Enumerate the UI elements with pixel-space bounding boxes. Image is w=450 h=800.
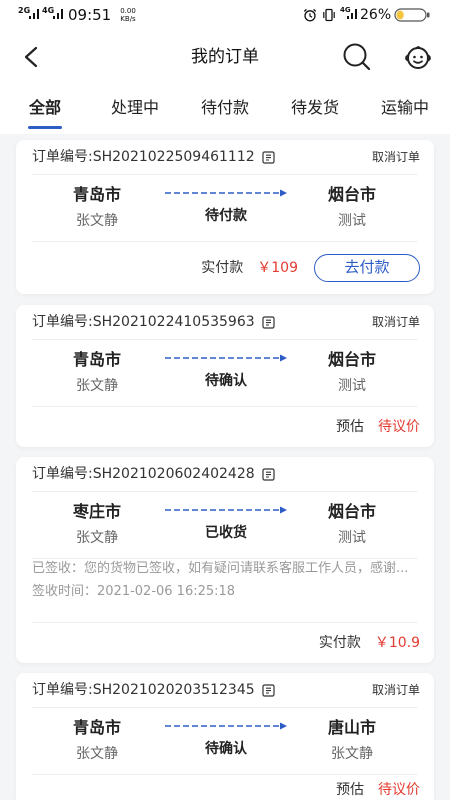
amount-label: 预估 bbox=[336, 782, 364, 798]
amount-label: 实付款 bbox=[318, 635, 361, 651]
destination: 唐山市 张文静 bbox=[271, 708, 433, 774]
order-status: 已收货 bbox=[205, 525, 247, 541]
route-section: 青岛市 张文静 待确认 烟台市 测试 bbox=[16, 340, 434, 406]
dashed-arrow-icon bbox=[165, 506, 287, 514]
order-status: 待付款 bbox=[205, 208, 247, 224]
copy-icon[interactable] bbox=[262, 683, 275, 697]
tab-in-transit[interactable]: 运输中 bbox=[360, 96, 450, 132]
sender-name: 张文静 bbox=[76, 213, 118, 229]
copy-icon[interactable] bbox=[262, 467, 275, 481]
cancel-order-button[interactable]: 取消订单 bbox=[372, 682, 420, 698]
alarm-clock-icon bbox=[303, 8, 317, 22]
order-footer: 预估 待议价 bbox=[16, 407, 434, 447]
receiver-name: 测试 bbox=[338, 530, 366, 546]
customer-service-icon[interactable] bbox=[403, 42, 433, 72]
signal-icon bbox=[53, 9, 63, 19]
receiver-name: 测试 bbox=[338, 213, 366, 229]
order-number: 订单编号:SH2021022410535963 bbox=[32, 314, 255, 330]
dashed-arrow-icon bbox=[165, 189, 287, 197]
delivery-info: 已签收：您的货物已签收，如有疑问请联系客服工作人员，感谢... 签收时间：202… bbox=[16, 559, 434, 622]
sign-time: 签收时间：2021-02-06 16:25:18 bbox=[32, 584, 236, 599]
order-footer: 实付款 ￥10.9 bbox=[16, 623, 434, 663]
amount-label: 实付款 bbox=[201, 260, 244, 276]
order-card[interactable]: 订单编号:SH2021020602402428 枣庄市 张文静 已收货 烟台市 … bbox=[16, 457, 434, 663]
clock-time: 09:51 bbox=[68, 6, 112, 24]
tab-label: 处理中 bbox=[110, 98, 159, 117]
order-header: 订单编号:SH2021022410535963 取消订单 bbox=[16, 305, 434, 339]
sender-name: 张文静 bbox=[76, 746, 118, 762]
destination: 烟台市 测试 bbox=[271, 175, 433, 241]
origin: 青岛市 张文静 bbox=[16, 708, 178, 774]
order-number: 订单编号:SH2021020203512345 bbox=[32, 682, 255, 698]
copy-icon[interactable] bbox=[262, 315, 275, 329]
search-icon[interactable] bbox=[340, 40, 372, 72]
destination: 烟台市 测试 bbox=[271, 492, 433, 558]
signal-icon bbox=[29, 9, 39, 19]
origin-city: 青岛市 bbox=[72, 185, 121, 204]
order-card[interactable]: 订单编号:SH2021022410535963 取消订单 青岛市 张文静 待确认… bbox=[16, 305, 434, 447]
amount-value: ￥109 bbox=[257, 260, 298, 276]
origin: 青岛市 张文静 bbox=[16, 340, 178, 406]
dashed-arrow-icon bbox=[165, 354, 287, 362]
route-section: 枣庄市 张文静 已收货 烟台市 测试 bbox=[16, 492, 434, 558]
vibrate-icon bbox=[323, 8, 335, 22]
tab-label: 运输中 bbox=[380, 98, 429, 117]
active-tab-indicator bbox=[28, 126, 62, 129]
tab-pending-shipment[interactable]: 待发货 bbox=[270, 96, 360, 132]
amount-value: ￥10.9 bbox=[374, 635, 420, 651]
tab-label: 待发货 bbox=[290, 98, 339, 117]
order-header: 订单编号:SH2021020602402428 bbox=[16, 457, 434, 491]
order-header: 订单编号:SH2021022509461112 取消订单 bbox=[16, 140, 434, 174]
amount-value: 待议价 bbox=[378, 782, 420, 798]
receiver-name: 张文静 bbox=[331, 746, 373, 762]
origin-city: 青岛市 bbox=[72, 718, 121, 737]
amount-label: 预估 bbox=[336, 419, 364, 435]
dashed-arrow-icon bbox=[165, 722, 287, 730]
order-status: 待确认 bbox=[205, 741, 247, 757]
destination-city: 唐山市 bbox=[327, 718, 376, 737]
back-chevron-left-icon[interactable] bbox=[22, 45, 40, 69]
tab-label: 全部 bbox=[28, 98, 61, 117]
pay-button[interactable]: 去付款 bbox=[314, 254, 420, 282]
amount-value: 待议价 bbox=[378, 419, 420, 435]
signal-icon bbox=[347, 9, 357, 19]
cancel-order-button[interactable]: 取消订单 bbox=[372, 314, 420, 330]
battery-percent: 26% bbox=[360, 7, 392, 23]
order-footer: 实付款 ￥109 去付款 bbox=[16, 242, 434, 294]
tab-processing[interactable]: 处理中 bbox=[90, 96, 180, 132]
sender-name: 张文静 bbox=[76, 530, 118, 546]
order-status: 待确认 bbox=[205, 373, 247, 389]
order-header: 订单编号:SH2021020203512345 取消订单 bbox=[16, 673, 434, 707]
order-number: 订单编号:SH2021022509461112 bbox=[32, 149, 255, 165]
origin: 青岛市 张文静 bbox=[16, 175, 178, 241]
cancel-order-button[interactable]: 取消订单 bbox=[372, 149, 420, 165]
origin: 枣庄市 张文静 bbox=[16, 492, 178, 558]
network-speed-unit: KB/s bbox=[120, 15, 136, 23]
status-bar: 2G 4G 09:51 0.00 KB/s 4G 26% bbox=[0, 0, 450, 30]
battery-icon bbox=[394, 8, 430, 22]
route-section: 青岛市 张文静 待付款 烟台市 测试 bbox=[16, 175, 434, 241]
destination-city: 烟台市 bbox=[327, 502, 376, 521]
destination: 烟台市 测试 bbox=[271, 340, 433, 406]
order-status-tabs: 全部 处理中 待付款 待发货 运输中 bbox=[0, 96, 450, 132]
sign-note: 已签收：您的货物已签收，如有疑问请联系客服工作人员，感谢... bbox=[32, 561, 409, 576]
order-card[interactable]: 订单编号:SH2021022509461112 取消订单 青岛市 张文静 待付款… bbox=[16, 140, 434, 294]
destination-city: 烟台市 bbox=[327, 350, 376, 369]
page-title: 我的订单 bbox=[191, 47, 259, 67]
order-footer: 预估 待议价 bbox=[16, 775, 434, 800]
network-speed: 0.00 KB/s bbox=[116, 7, 140, 23]
tab-all[interactable]: 全部 bbox=[0, 96, 90, 132]
network-speed-value: 0.00 bbox=[120, 7, 136, 15]
tab-label: 待付款 bbox=[200, 98, 249, 117]
destination-city: 烟台市 bbox=[327, 185, 376, 204]
order-number: 订单编号:SH2021020602402428 bbox=[32, 466, 255, 482]
order-card[interactable]: 订单编号:SH2021020203512345 取消订单 青岛市 张文静 待确认… bbox=[16, 673, 434, 800]
origin-city: 枣庄市 bbox=[72, 502, 121, 521]
sender-name: 张文静 bbox=[76, 378, 118, 394]
origin-city: 青岛市 bbox=[72, 350, 121, 369]
receiver-name: 测试 bbox=[338, 378, 366, 394]
tab-pending-payment[interactable]: 待付款 bbox=[180, 96, 270, 132]
copy-icon[interactable] bbox=[262, 150, 275, 164]
route-section: 青岛市 张文静 待确认 唐山市 张文静 bbox=[16, 708, 434, 774]
